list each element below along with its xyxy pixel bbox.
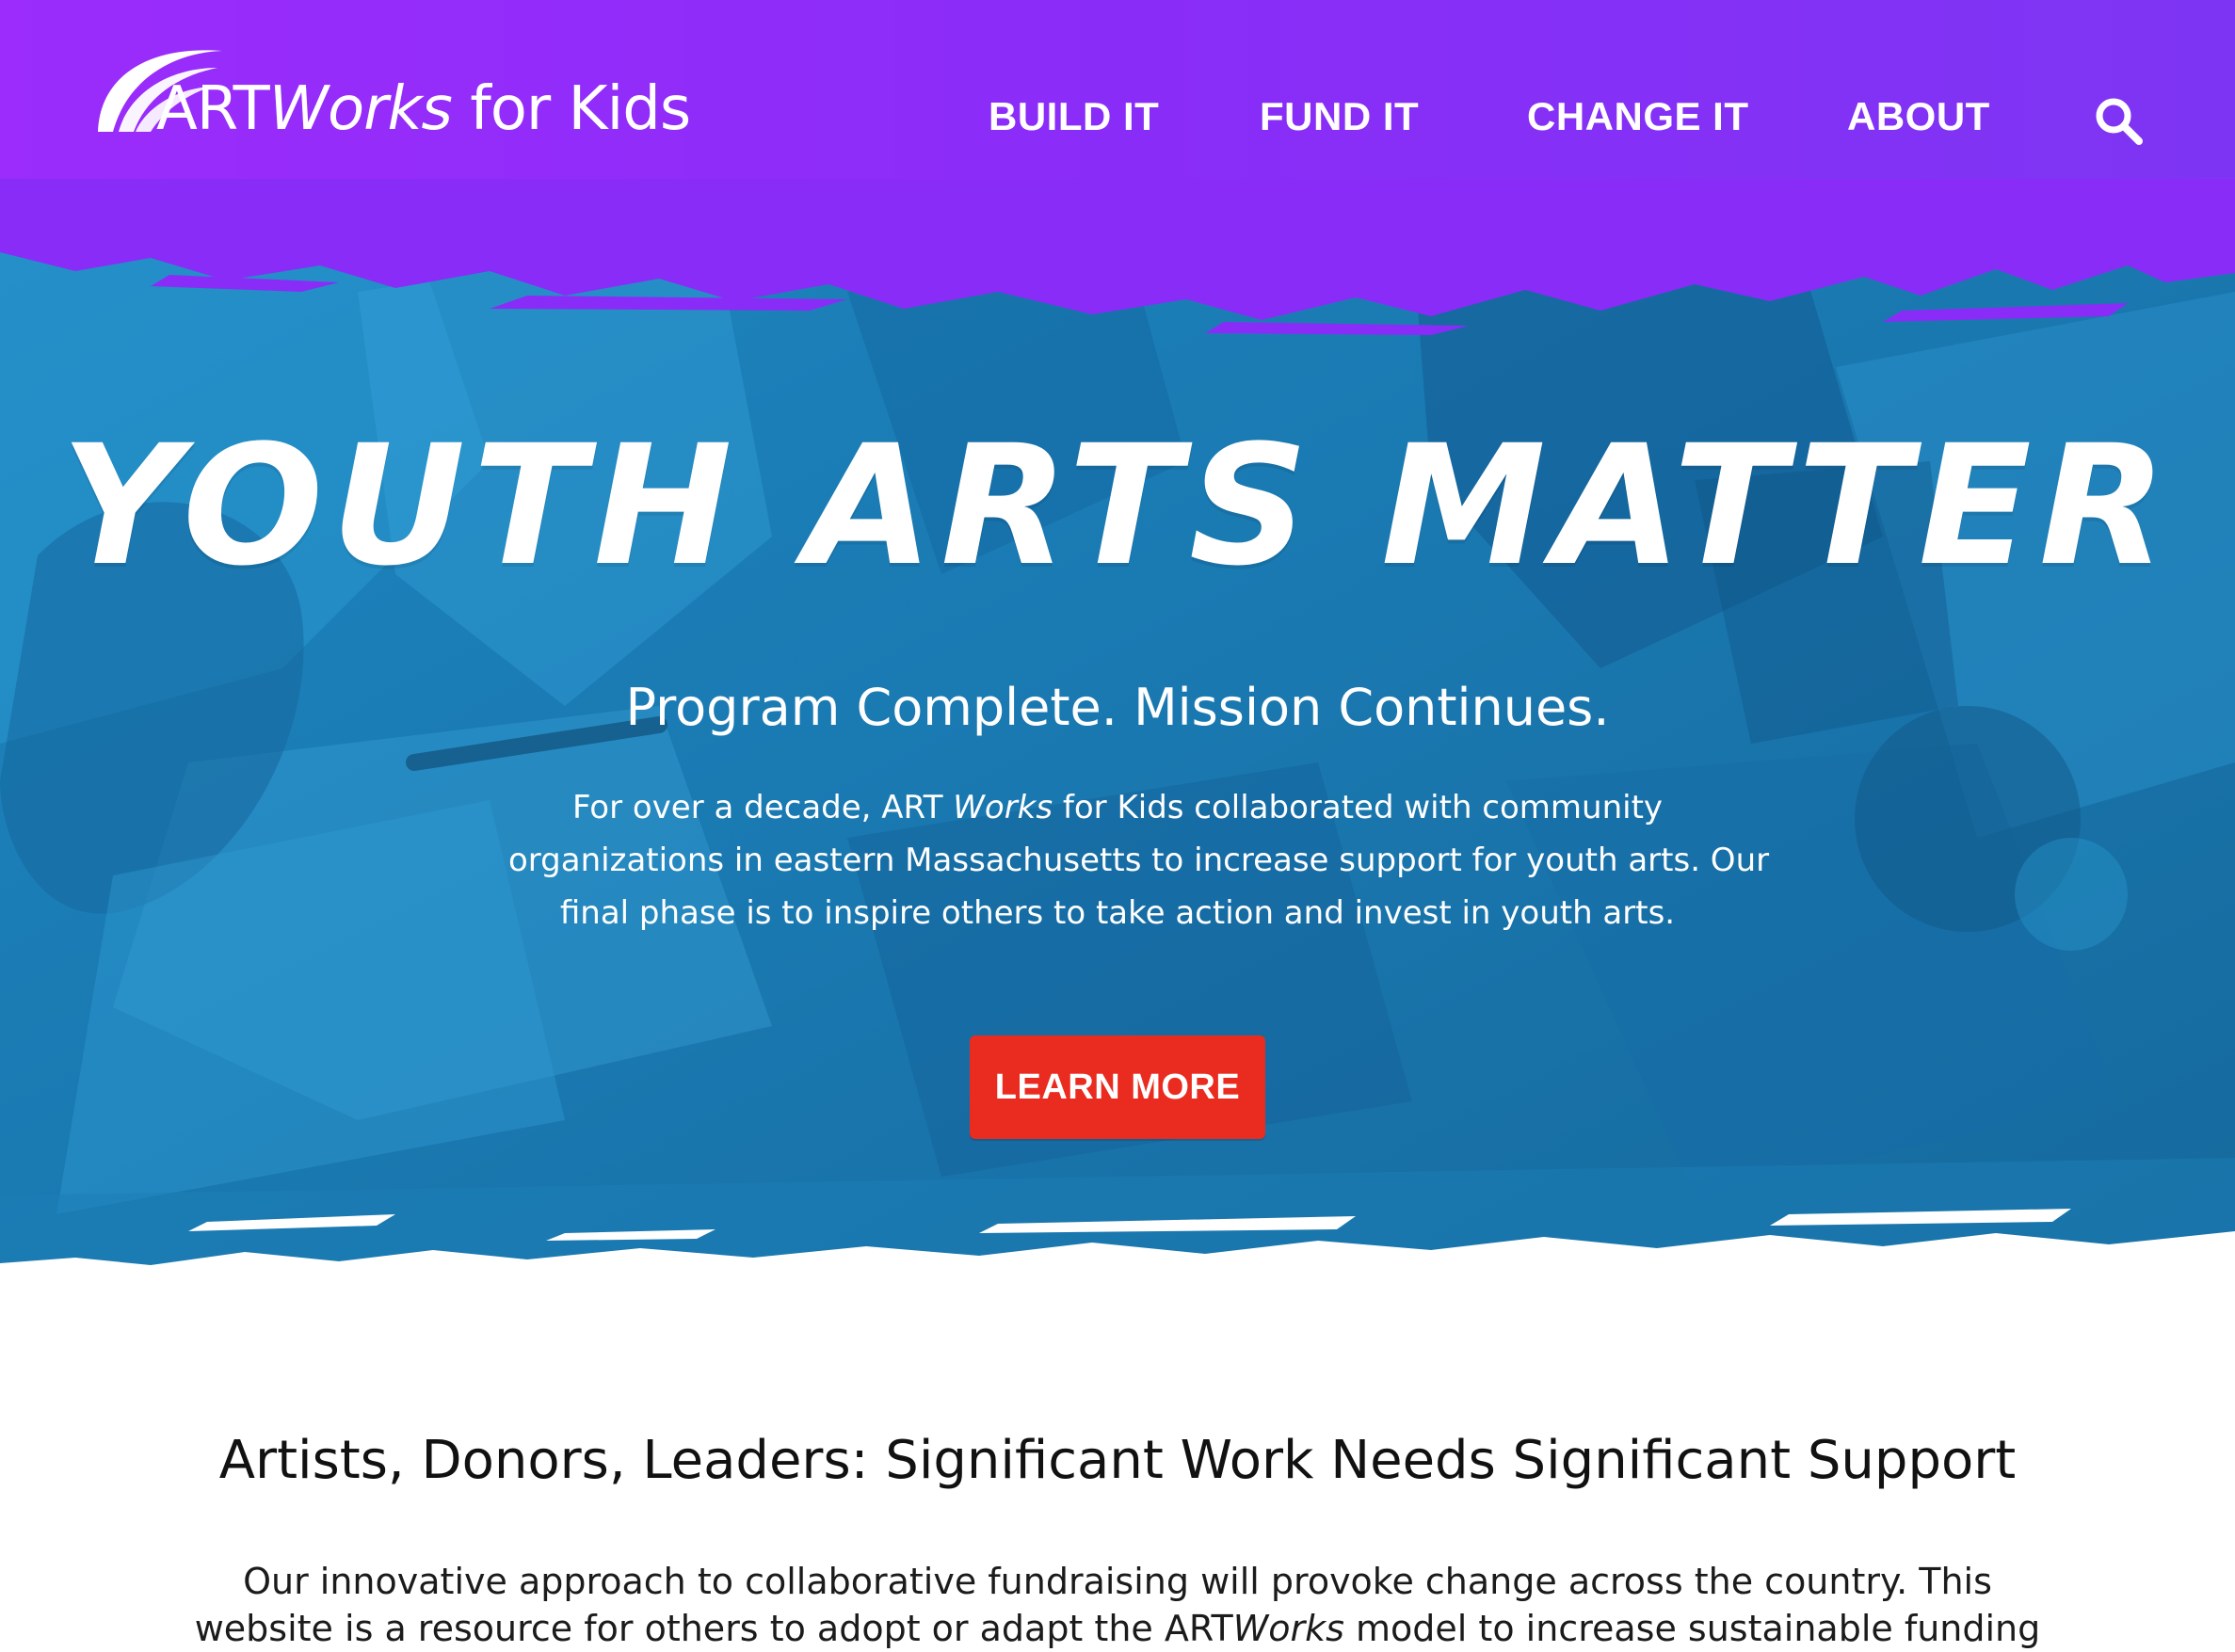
search-icon[interactable] <box>2092 94 2145 147</box>
hero-description: For over a decade, ART Works for Kids co… <box>508 781 1770 939</box>
header-brush-edge <box>0 179 2235 335</box>
hero-description-line-3: final phase is to inspire others to take… <box>559 894 1676 932</box>
hero-description-line-1: For over a decade, ART Works for Kids co… <box>508 781 1727 834</box>
hero-text: For over a decade, ART <box>571 789 954 826</box>
logo-for-kids: for Kids <box>451 74 691 144</box>
section-body: Our innovative approach to collaborative… <box>141 1558 2094 1652</box>
logo-wordmark: ARTWorks for Kids <box>156 79 691 139</box>
section-text-works: Works <box>1232 1608 1344 1649</box>
section-text: model to increase sustainable funding <box>1343 1608 2041 1649</box>
nav-about[interactable]: ABOUT <box>1847 94 1990 139</box>
nav-change-it[interactable]: CHANGE IT <box>1527 94 1749 139</box>
section-body-line-2: website is a resource for others to adop… <box>141 1605 2094 1652</box>
section-body-line-1: Our innovative approach to collaborative… <box>243 1561 1992 1602</box>
nav-build-it[interactable]: BUILD IT <box>989 94 1159 139</box>
section-text: website is a resource for others to adop… <box>194 1608 1233 1649</box>
site-logo[interactable]: ARTWorks for Kids <box>90 40 691 152</box>
section-heading: Artists, Donors, Leaders: Significant Wo… <box>218 1430 2017 1491</box>
hero-title: YOUTH ARTS MATTER <box>60 409 2175 602</box>
hero-subtitle: Program Complete. Mission Continues. <box>625 678 1610 737</box>
nav-fund-it[interactable]: FUND IT <box>1260 94 1419 139</box>
hero-text-works: Works <box>953 789 1053 826</box>
logo-art: ART <box>156 74 270 144</box>
logo-works: Works <box>268 74 453 144</box>
hero-text: for Kids collaborated with community <box>1053 789 1664 826</box>
hero-description-line-2: organizations in eastern Massachusetts t… <box>508 842 1770 879</box>
learn-more-button[interactable]: LEARN MORE <box>970 1035 1265 1139</box>
hero-brush-edge <box>0 1209 2235 1346</box>
